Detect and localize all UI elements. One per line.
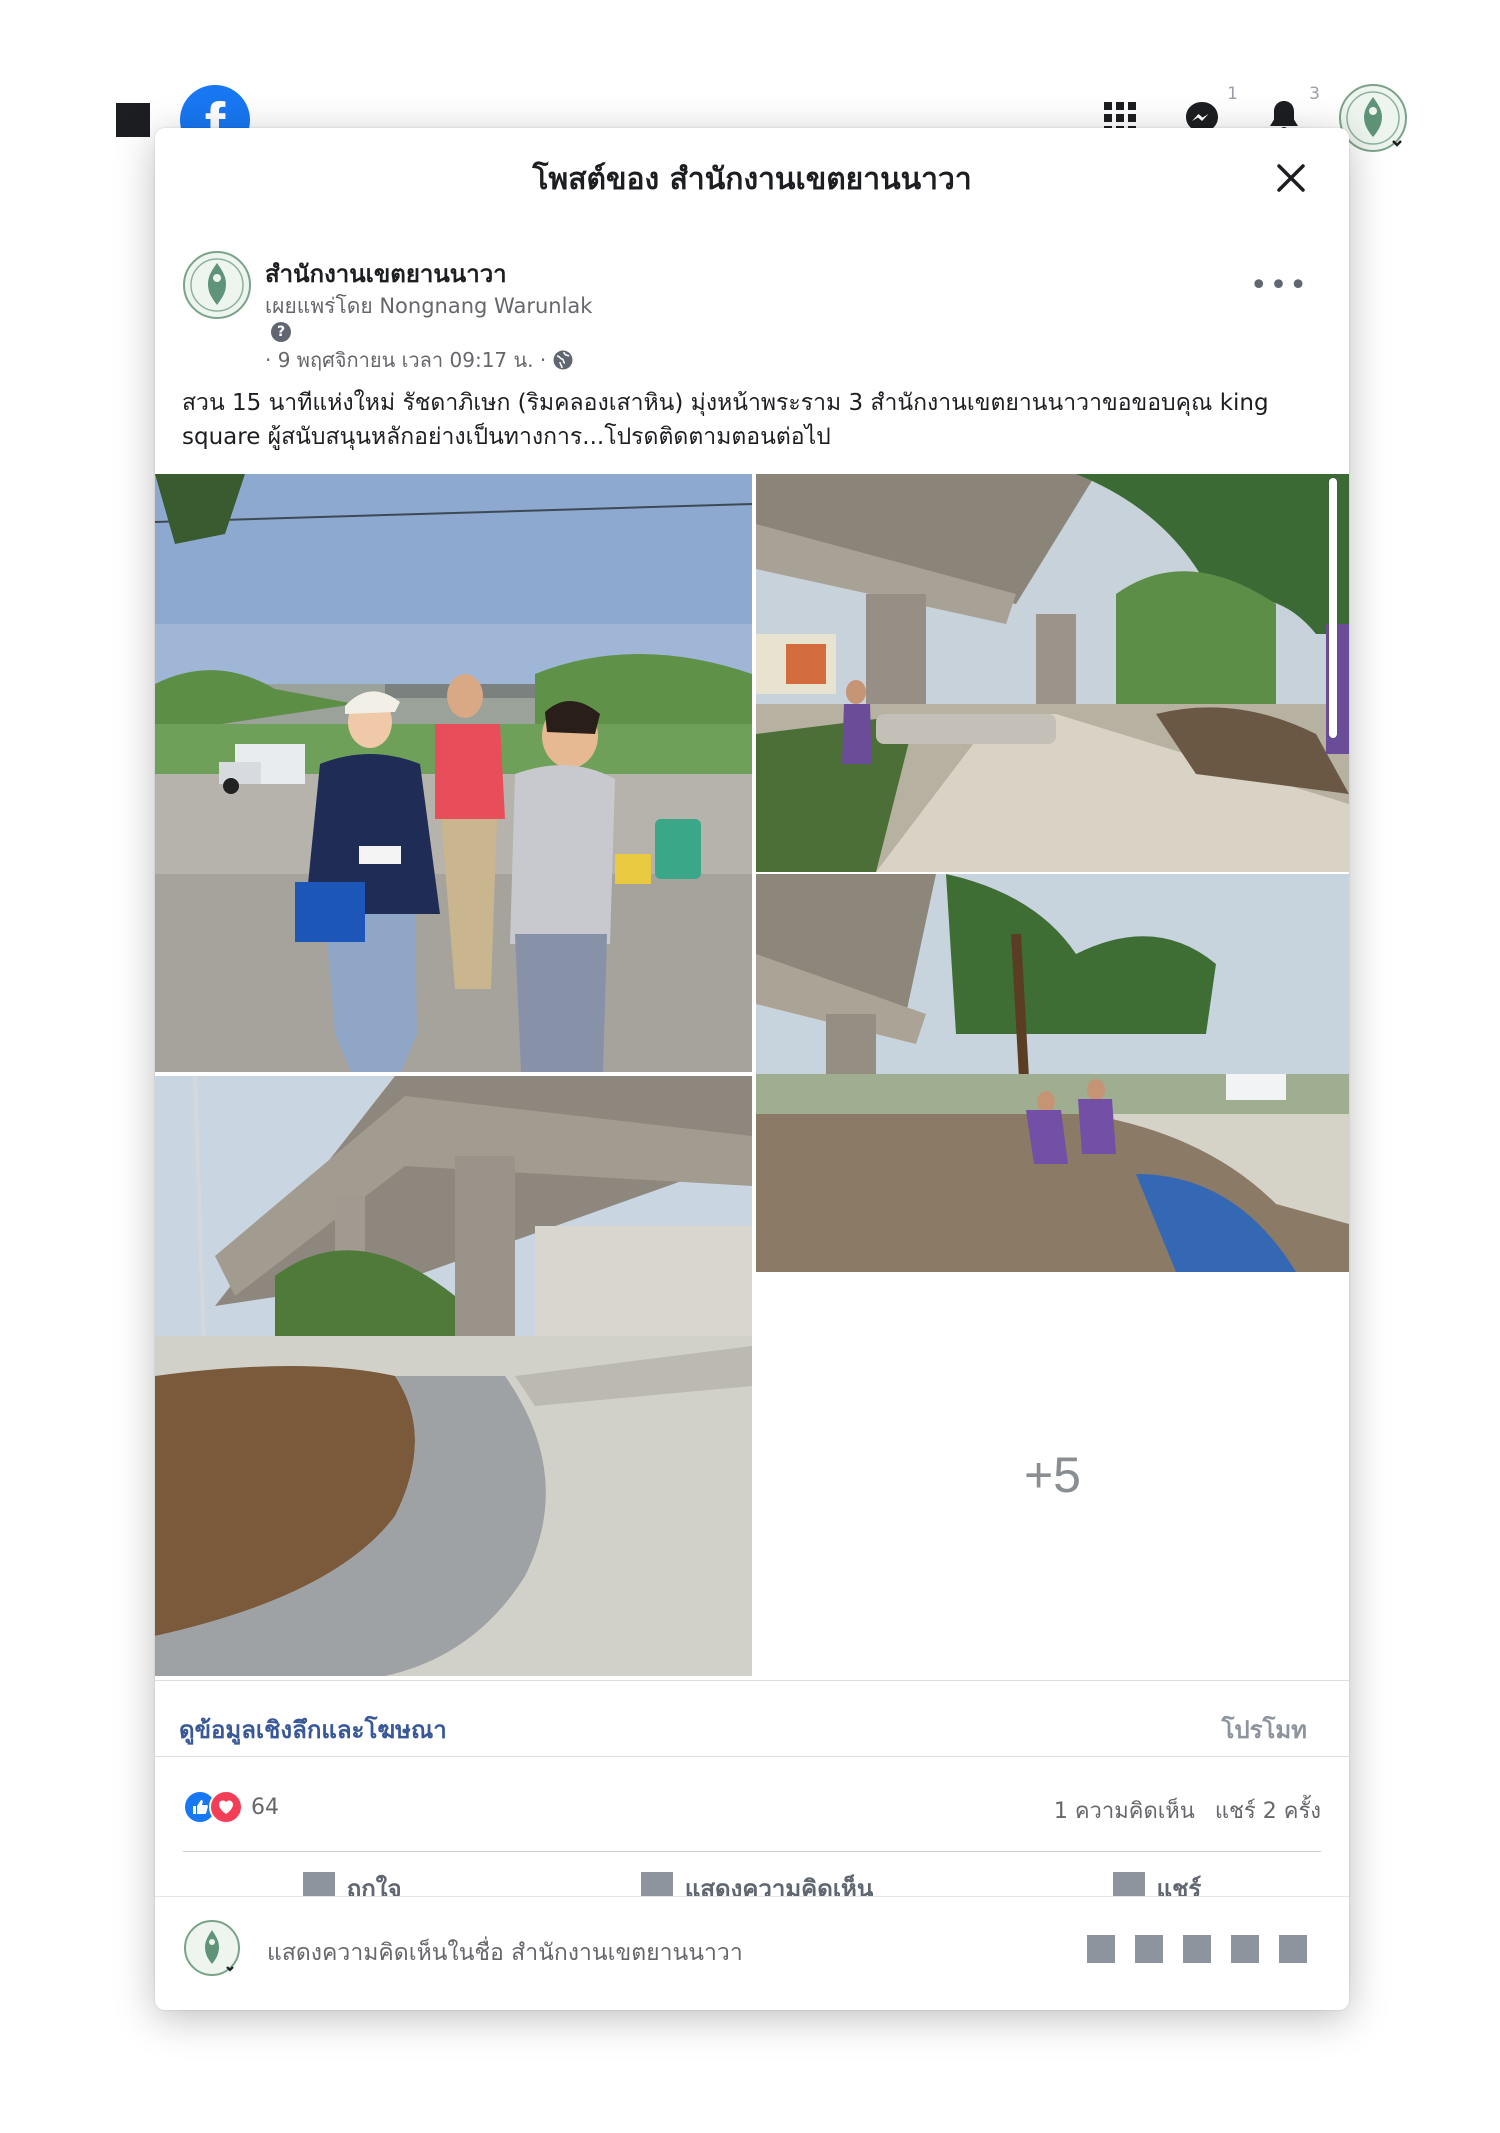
photo-new-path — [155, 1076, 752, 1676]
page-avatar-icon[interactable] — [182, 250, 252, 320]
photo-people-talking — [155, 474, 752, 1072]
divider — [183, 1851, 1321, 1852]
modal-title: โพสต์ของ สำนักงานเขตยานนาวา — [532, 162, 972, 197]
gif-icon[interactable] — [1183, 1935, 1211, 1963]
divider — [155, 1756, 1349, 1757]
camera-icon[interactable] — [1135, 1935, 1163, 1963]
share-count-link[interactable]: แชร์ 2 ครั้ง — [1215, 1793, 1321, 1828]
photo-workers-under-bridge — [756, 474, 1349, 872]
reaction-summary[interactable]: 64 — [183, 1790, 279, 1824]
emoji-icon[interactable] — [1087, 1935, 1115, 1963]
post-meta: · 9 พฤศจิกายน เวลา 09:17 น. · — [265, 344, 574, 376]
love-reaction-icon — [209, 1790, 243, 1824]
promote-button[interactable]: โปรโมท — [1221, 1710, 1307, 1749]
avatar-sticker-icon[interactable] — [1279, 1935, 1307, 1963]
divider — [155, 1680, 1349, 1681]
post-photo-3[interactable] — [756, 874, 1349, 1272]
photo-workers-digging — [756, 874, 1349, 1272]
post-photo-4[interactable] — [155, 1076, 752, 1676]
comment-tools — [1087, 1935, 1307, 1963]
help-icon[interactable]: ? — [271, 322, 291, 342]
engagement-stats: 1 ความคิดเห็น แชร์ 2 ครั้ง — [1054, 1793, 1321, 1828]
reaction-count: 64 — [251, 1794, 279, 1820]
insights-link[interactable]: ดูข้อมูลเชิงลึกและโฆษณา — [179, 1710, 447, 1749]
comment-composer: แสดงความคิดเห็นในชื่อ สำนักงานเขตยานนาวา — [155, 1896, 1349, 2010]
comment-input[interactable]: แสดงความคิดเห็นในชื่อ สำนักงานเขตยานนาวา — [267, 1935, 743, 1971]
post-photo-2[interactable] — [756, 474, 1349, 872]
sticker-icon[interactable] — [1231, 1935, 1259, 1963]
messenger-badge: 1 — [1227, 84, 1238, 104]
commenter-avatar-icon[interactable] — [183, 1919, 241, 1977]
post-photo-1[interactable] — [155, 474, 752, 1072]
page-name-link[interactable]: สำนักงานเขตยานนาวา — [265, 254, 507, 293]
post-text: สวน 15 นาทีแห่งใหม่ รัชดาภิเษก (ริมคลองเ… — [182, 390, 1269, 450]
scrollbar[interactable] — [1329, 478, 1337, 738]
more-options-icon[interactable]: ••• — [1250, 268, 1309, 303]
menu-square-icon[interactable] — [116, 103, 150, 137]
more-photos-tile[interactable]: +5 — [756, 1274, 1349, 1676]
published-by: เผยแพร่โดย Nongnang Warunlak — [265, 294, 593, 318]
post-date[interactable]: · 9 พฤศจิกายน เวลา 09:17 น. · — [265, 344, 546, 376]
close-icon[interactable] — [1271, 158, 1311, 198]
comment-count-link[interactable]: 1 ความคิดเห็น — [1054, 1793, 1195, 1828]
globe-icon — [553, 350, 573, 370]
post-modal: โพสต์ของ สำนักงานเขตยานนาวา สำนักงานเขตย… — [155, 128, 1349, 2010]
notifications-badge: 3 — [1309, 84, 1320, 104]
